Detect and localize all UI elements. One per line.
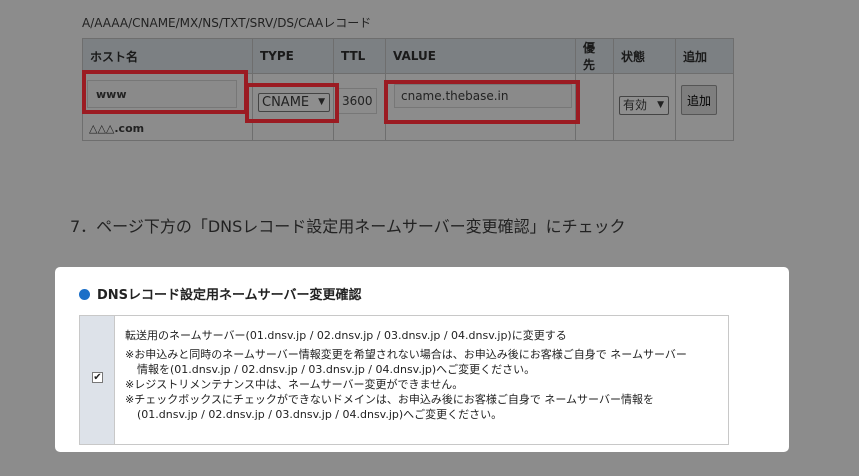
status-select-value: 有効 bbox=[623, 98, 648, 112]
dropdown-arrow-icon: ▼ bbox=[657, 100, 664, 110]
status-select[interactable]: 有効 ▼ bbox=[619, 96, 669, 115]
header-ttl: TTL bbox=[333, 38, 386, 74]
table-header-row: ホスト名 TYPE TTL VALUE 優先 状態 追加 bbox=[82, 38, 734, 74]
nameserver-change-checkbox[interactable]: ✔ bbox=[92, 372, 103, 383]
confirm-text: 転送用のネームサーバー(01.dnsv.jp / 02.dnsv.jp / 03… bbox=[125, 328, 725, 422]
header-priority: 優先 bbox=[575, 38, 614, 74]
confirm-line: ※レジストリメンテナンス中は、ネームサーバー変更ができません。 bbox=[125, 378, 464, 391]
highlight-value bbox=[384, 80, 580, 124]
header-host: ホスト名 bbox=[82, 38, 253, 74]
section-title: A/AAAA/CNAME/MX/NS/TXT/SRV/DS/CAAレコード bbox=[82, 16, 372, 30]
host-domain-label: △△△.com bbox=[89, 122, 145, 135]
confirm-line: ※チェックボックスにチェックができないドメインは、お申込み後にお客様ご自身で ネ… bbox=[125, 393, 654, 406]
confirm-line: 転送用のネームサーバー(01.dnsv.jp / 02.dnsv.jp / 03… bbox=[125, 329, 567, 342]
header-type: TYPE bbox=[252, 38, 334, 74]
header-value: VALUE bbox=[385, 38, 576, 74]
step-instruction: 7．ページ下方の「DNSレコード設定用ネームサーバー変更確認」にチェック bbox=[70, 217, 626, 236]
confirm-line: ※お申込みと同時のネームサーバー情報変更を希望されない場合は、お申込み後にお客様… bbox=[125, 348, 687, 361]
nameserver-confirm-panel: DNSレコード設定用ネームサーバー変更確認 ✔ 転送用のネームサーバー(01.d… bbox=[55, 267, 789, 452]
panel-title: DNSレコード設定用ネームサーバー変更確認 bbox=[79, 284, 362, 303]
bullet-dot-icon bbox=[79, 289, 90, 300]
add-button[interactable]: 追加 bbox=[681, 85, 717, 115]
header-add: 追加 bbox=[675, 38, 734, 74]
highlight-host bbox=[82, 70, 248, 114]
panel-title-text: DNSレコード設定用ネームサーバー変更確認 bbox=[97, 288, 362, 303]
highlight-type bbox=[245, 83, 339, 123]
confirm-box: ✔ 転送用のネームサーバー(01.dnsv.jp / 02.dnsv.jp / … bbox=[79, 315, 729, 445]
ttl-input[interactable]: 3600 bbox=[337, 88, 377, 114]
checkbox-column: ✔ bbox=[80, 316, 115, 444]
header-status: 状態 bbox=[613, 38, 676, 74]
confirm-line: 情報を(01.dnsv.jp / 02.dnsv.jp / 03.dnsv.jp… bbox=[137, 363, 536, 376]
confirm-line: (01.dnsv.jp / 02.dnsv.jp / 03.dnsv.jp / … bbox=[137, 408, 503, 421]
